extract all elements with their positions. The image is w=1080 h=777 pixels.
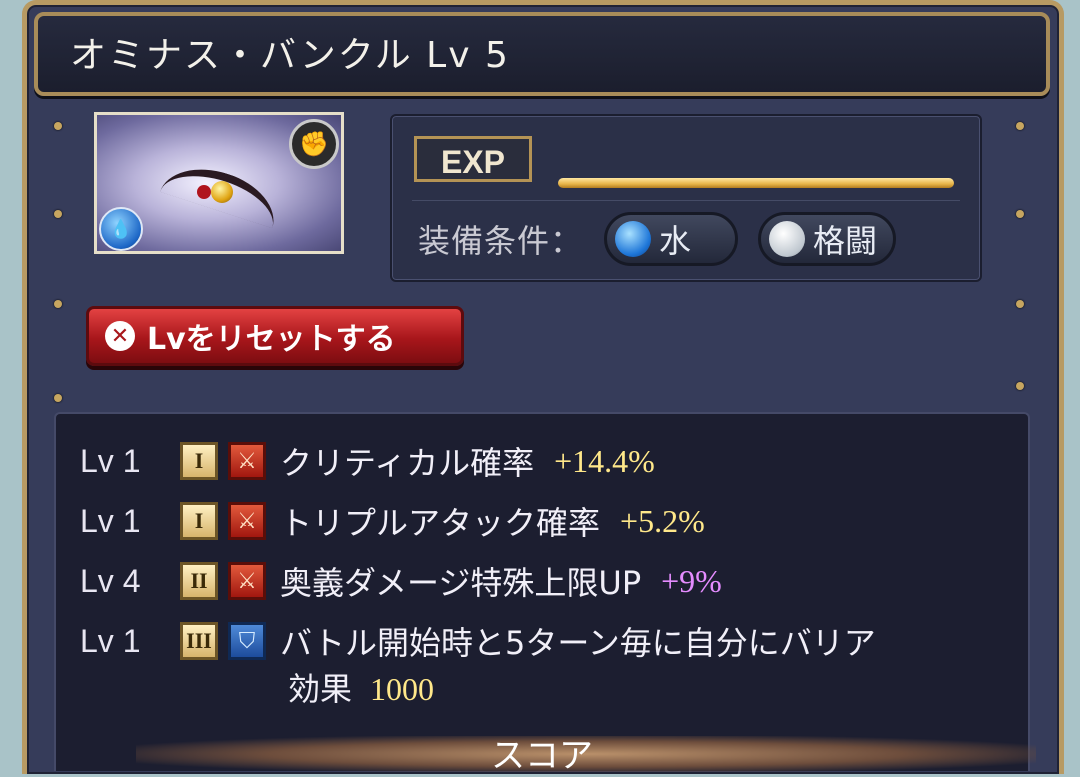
skill-value: +14.4%	[554, 442, 655, 479]
skill-row: Lv 4 II ⚔ 奥義ダメージ特殊上限UP +9%	[80, 556, 722, 606]
skill-level: Lv 1	[80, 502, 141, 539]
fist-condition-badge: 格闘	[758, 212, 896, 266]
exp-bar	[558, 178, 954, 188]
water-condition-label: 水	[659, 222, 692, 260]
bangle-red-gem	[197, 185, 211, 199]
reset-level-button[interactable]: ✕ Lvをリセットする	[86, 306, 464, 366]
skill-row: Lv 1 III ⛉ バトル開始時と5ターン毎に自分にバリア	[80, 616, 896, 666]
fist-icon	[769, 221, 805, 257]
skill-row: Lv 1 I ⚔ トリプルアタック確率 +5.2%	[80, 496, 705, 546]
tier-icon: I	[180, 442, 218, 480]
skill-level: Lv 1	[80, 442, 141, 479]
close-icon: ✕	[105, 321, 135, 351]
skills-panel: Lv 1 I ⚔ クリティカル確率 +14.4% Lv 1 I ⚔ トリプルアタ…	[54, 412, 1036, 776]
rivet-decoration	[54, 210, 62, 218]
equip-conditions-label: 装備条件：	[418, 222, 584, 260]
skill-level: Lv 1	[80, 622, 141, 659]
tier-icon: I	[180, 502, 218, 540]
skill-value: 1000	[370, 671, 435, 707]
skill-value: +9%	[661, 562, 722, 599]
title-bar: オミナス・バンクル Lv 5	[34, 12, 1050, 96]
tier-icon: II	[180, 562, 218, 600]
skill-row-continuation: 効果 1000	[288, 664, 434, 710]
rivet-decoration	[1016, 382, 1024, 390]
skill-name: トリプルアタック確率	[280, 504, 601, 542]
skill-level: Lv 4	[80, 562, 141, 599]
exp-label: EXP	[414, 136, 532, 182]
bangle-gold-gem	[211, 181, 233, 203]
rivet-decoration	[1016, 300, 1024, 308]
item-title: オミナス・バンクル Lv 5	[70, 35, 510, 76]
reset-level-label: Lvをリセットする	[147, 322, 396, 357]
attack-icon: ⚔	[228, 562, 266, 600]
rivet-decoration	[54, 394, 62, 402]
exp-info-box: EXP 装備条件： 水 格闘	[390, 114, 982, 282]
water-orb-icon	[615, 221, 651, 257]
attack-icon: ⚔	[228, 502, 266, 540]
attack-icon: ⚔	[228, 442, 266, 480]
fist-weapon-icon: ✊	[289, 119, 339, 169]
skill-value: +5.2%	[620, 502, 705, 539]
rivet-decoration	[54, 300, 62, 308]
skill-name-line2: 効果	[288, 670, 353, 708]
skill-name: バトル開始時と5ターン毎に自分にバリア	[280, 624, 876, 662]
water-element-icon: 💧	[99, 207, 143, 251]
rivet-decoration	[1016, 122, 1024, 130]
item-thumbnail: 💧 ✊	[94, 112, 344, 254]
skill-name: クリティカル確率	[280, 444, 535, 482]
water-condition-badge: 水	[604, 212, 738, 266]
fist-condition-label: 格闘	[813, 222, 878, 260]
shield-icon: ⛉	[228, 622, 266, 660]
score-heading: スコア	[491, 736, 593, 776]
skill-name: 奥義ダメージ特殊上限UP	[280, 564, 642, 602]
rivet-decoration	[1016, 210, 1024, 218]
skill-row: Lv 1 I ⚔ クリティカル確率 +14.4%	[80, 436, 655, 486]
divider	[412, 200, 960, 201]
rivet-decoration	[54, 122, 62, 130]
tier-icon: III	[180, 622, 218, 660]
